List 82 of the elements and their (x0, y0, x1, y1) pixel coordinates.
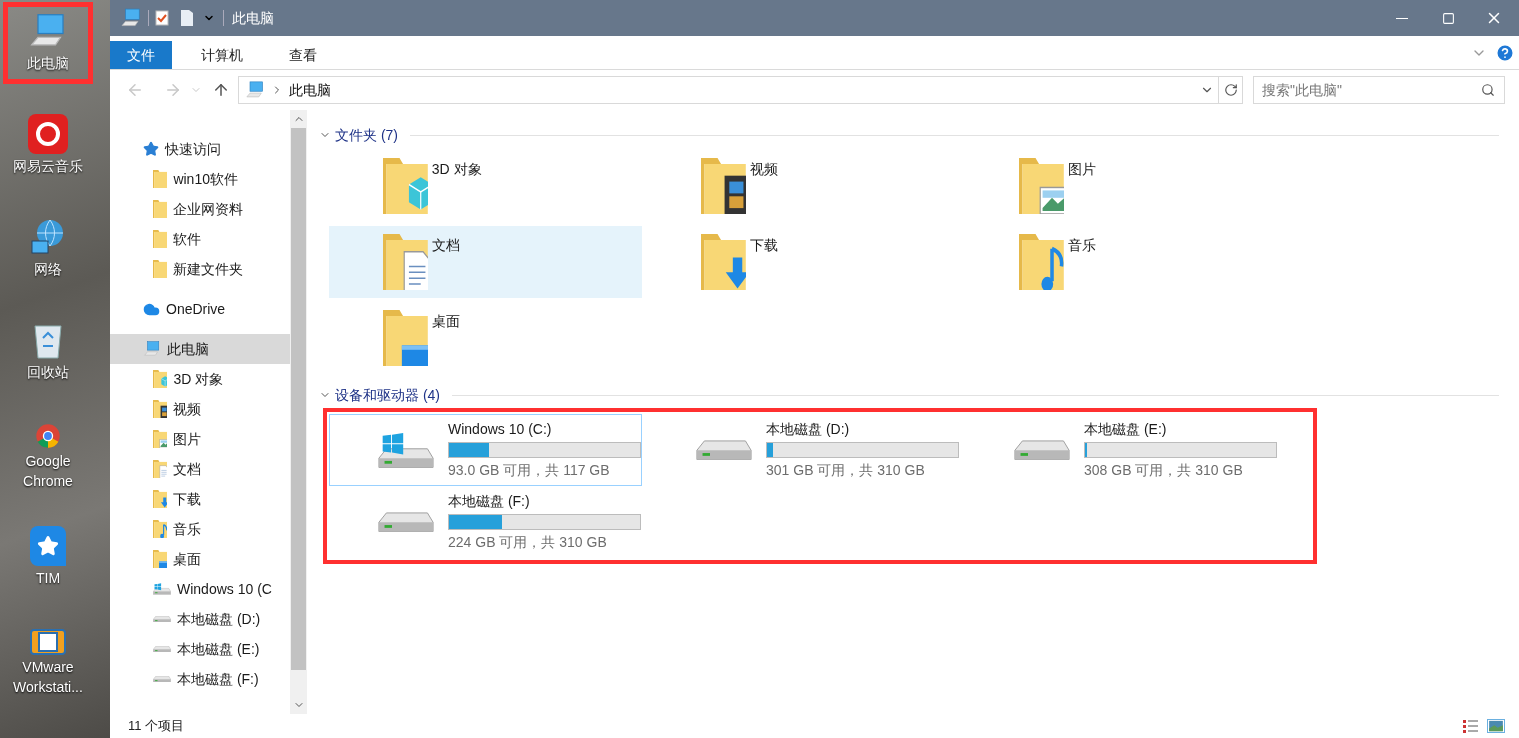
desktop-icon[interactable]: 网易云音乐 (3, 105, 93, 187)
nav-item[interactable]: 本地磁盘 (F:) (110, 664, 290, 694)
details-view-icon[interactable] (1463, 719, 1479, 733)
folder-item[interactable]: 3D 对象 (329, 150, 642, 222)
folder-item[interactable]: 桌面 (329, 302, 642, 374)
drive-icon (378, 431, 434, 469)
vm-app-icon (30, 629, 66, 655)
star-icon (143, 141, 159, 157)
nav-item[interactable]: 桌面 (110, 544, 290, 574)
drive-icon (153, 583, 171, 595)
nav-item[interactable]: 音乐 (110, 514, 290, 544)
desktop-icon[interactable]: 回收站 (3, 311, 93, 393)
drive-item[interactable]: 本地磁盘 (F:) 224 GB 可用，共 310 GB (329, 486, 642, 558)
desktop-icon-label: Google Chrome (22, 452, 74, 491)
desktop-icon-label: 此电脑 (27, 54, 69, 73)
nav-item[interactable]: 视频 (110, 394, 290, 424)
desktop-icon-label: VMware Workstati... (12, 658, 84, 697)
maximize-icon (1441, 11, 1455, 25)
desktop-icon-label: 回收站 (27, 363, 69, 382)
drive-icon (153, 675, 171, 683)
desktop-icon[interactable]: 此电脑 (3, 2, 93, 84)
window-title: 此电脑 (232, 8, 274, 28)
up-icon[interactable] (212, 81, 230, 99)
desktop-icon-label: 网易云音乐 (13, 157, 83, 176)
nav-item[interactable]: 快速访问 (110, 134, 290, 164)
back-icon[interactable] (126, 81, 144, 99)
nav-item[interactable]: OneDrive (110, 294, 290, 324)
folder-item[interactable]: 图片 (965, 150, 1278, 222)
folder-item[interactable]: 文档 (329, 226, 642, 298)
drive-item[interactable]: Windows 10 (C:) 93.0 GB 可用，共 117 GB (329, 414, 642, 486)
minimize-icon (1396, 17, 1408, 19)
search-icon (1481, 83, 1495, 97)
music-app-icon (28, 114, 68, 154)
desktop-icon[interactable]: TIM (3, 517, 93, 599)
nav-item[interactable]: 此电脑 (110, 334, 290, 364)
ribbon-tab[interactable]: 文件 (110, 41, 172, 69)
folder-item[interactable]: 下载 (647, 226, 960, 298)
ribbon-tab[interactable]: 计算机 (184, 41, 260, 69)
drive-icon (378, 511, 434, 533)
folder-item[interactable]: 音乐 (965, 226, 1278, 298)
address-path[interactable]: 此电脑 (289, 79, 331, 101)
computer-icon (143, 340, 161, 358)
desktop-icon[interactable]: 网络 (3, 208, 93, 290)
checklist-icon[interactable] (155, 10, 169, 26)
forward-icon[interactable] (164, 81, 182, 99)
computer-icon (245, 80, 265, 100)
desktop-icon[interactable]: VMware Workstati... (3, 620, 93, 702)
nav-item[interactable]: 图片 (110, 424, 290, 454)
desktop-icon-label: 网络 (34, 260, 62, 279)
nav-item[interactable]: 本地磁盘 (E:) (110, 634, 290, 664)
scrollbar-thumb[interactable] (291, 128, 306, 670)
scrollbar[interactable] (290, 110, 307, 714)
large-icons-view-icon[interactable] (1487, 719, 1505, 733)
folder-item[interactable]: 视频 (647, 150, 960, 222)
nav-item[interactable]: 下载 (110, 484, 290, 514)
refresh-icon (1223, 83, 1238, 97)
drive-item[interactable]: 本地磁盘 (E:) 308 GB 可用，共 310 GB (965, 414, 1278, 486)
ribbon-tab[interactable]: 查看 (272, 41, 334, 69)
desktop-icon-label: TIM (35, 569, 61, 588)
nav-item[interactable]: Windows 10 (C (110, 574, 290, 604)
search-field[interactable]: 搜索"此电脑" (1253, 76, 1505, 104)
drive-icon (153, 615, 171, 623)
drive-icon (153, 645, 171, 653)
nav-item[interactable]: 3D 对象 (110, 364, 290, 394)
item-count: 11 个项目 (128, 717, 185, 736)
refresh-button[interactable] (1219, 76, 1243, 104)
computer-icon (120, 7, 142, 29)
section-heading: 文件夹 (7) (335, 125, 398, 145)
desktop-icon[interactable]: Google Chrome (3, 414, 93, 496)
chat-app-icon (30, 526, 66, 566)
nav-item[interactable]: win10软件 (110, 164, 290, 194)
nav-item[interactable]: 新建文件夹 (110, 254, 290, 284)
address-bar[interactable]: 此电脑 (238, 76, 1219, 104)
section-heading: 设备和驱动器 (4) (335, 385, 440, 405)
nav-item[interactable]: 企业网资料 (110, 194, 290, 224)
drive-icon (696, 439, 752, 461)
help-icon[interactable] (1495, 43, 1515, 63)
drive-icon (1014, 439, 1070, 461)
nav-item[interactable]: 文档 (110, 454, 290, 484)
nav-item[interactable]: 本地磁盘 (D:) (110, 604, 290, 634)
drive-item[interactable]: 本地磁盘 (D:) 301 GB 可用，共 310 GB (647, 414, 960, 486)
nav-item[interactable]: 软件 (110, 224, 290, 254)
